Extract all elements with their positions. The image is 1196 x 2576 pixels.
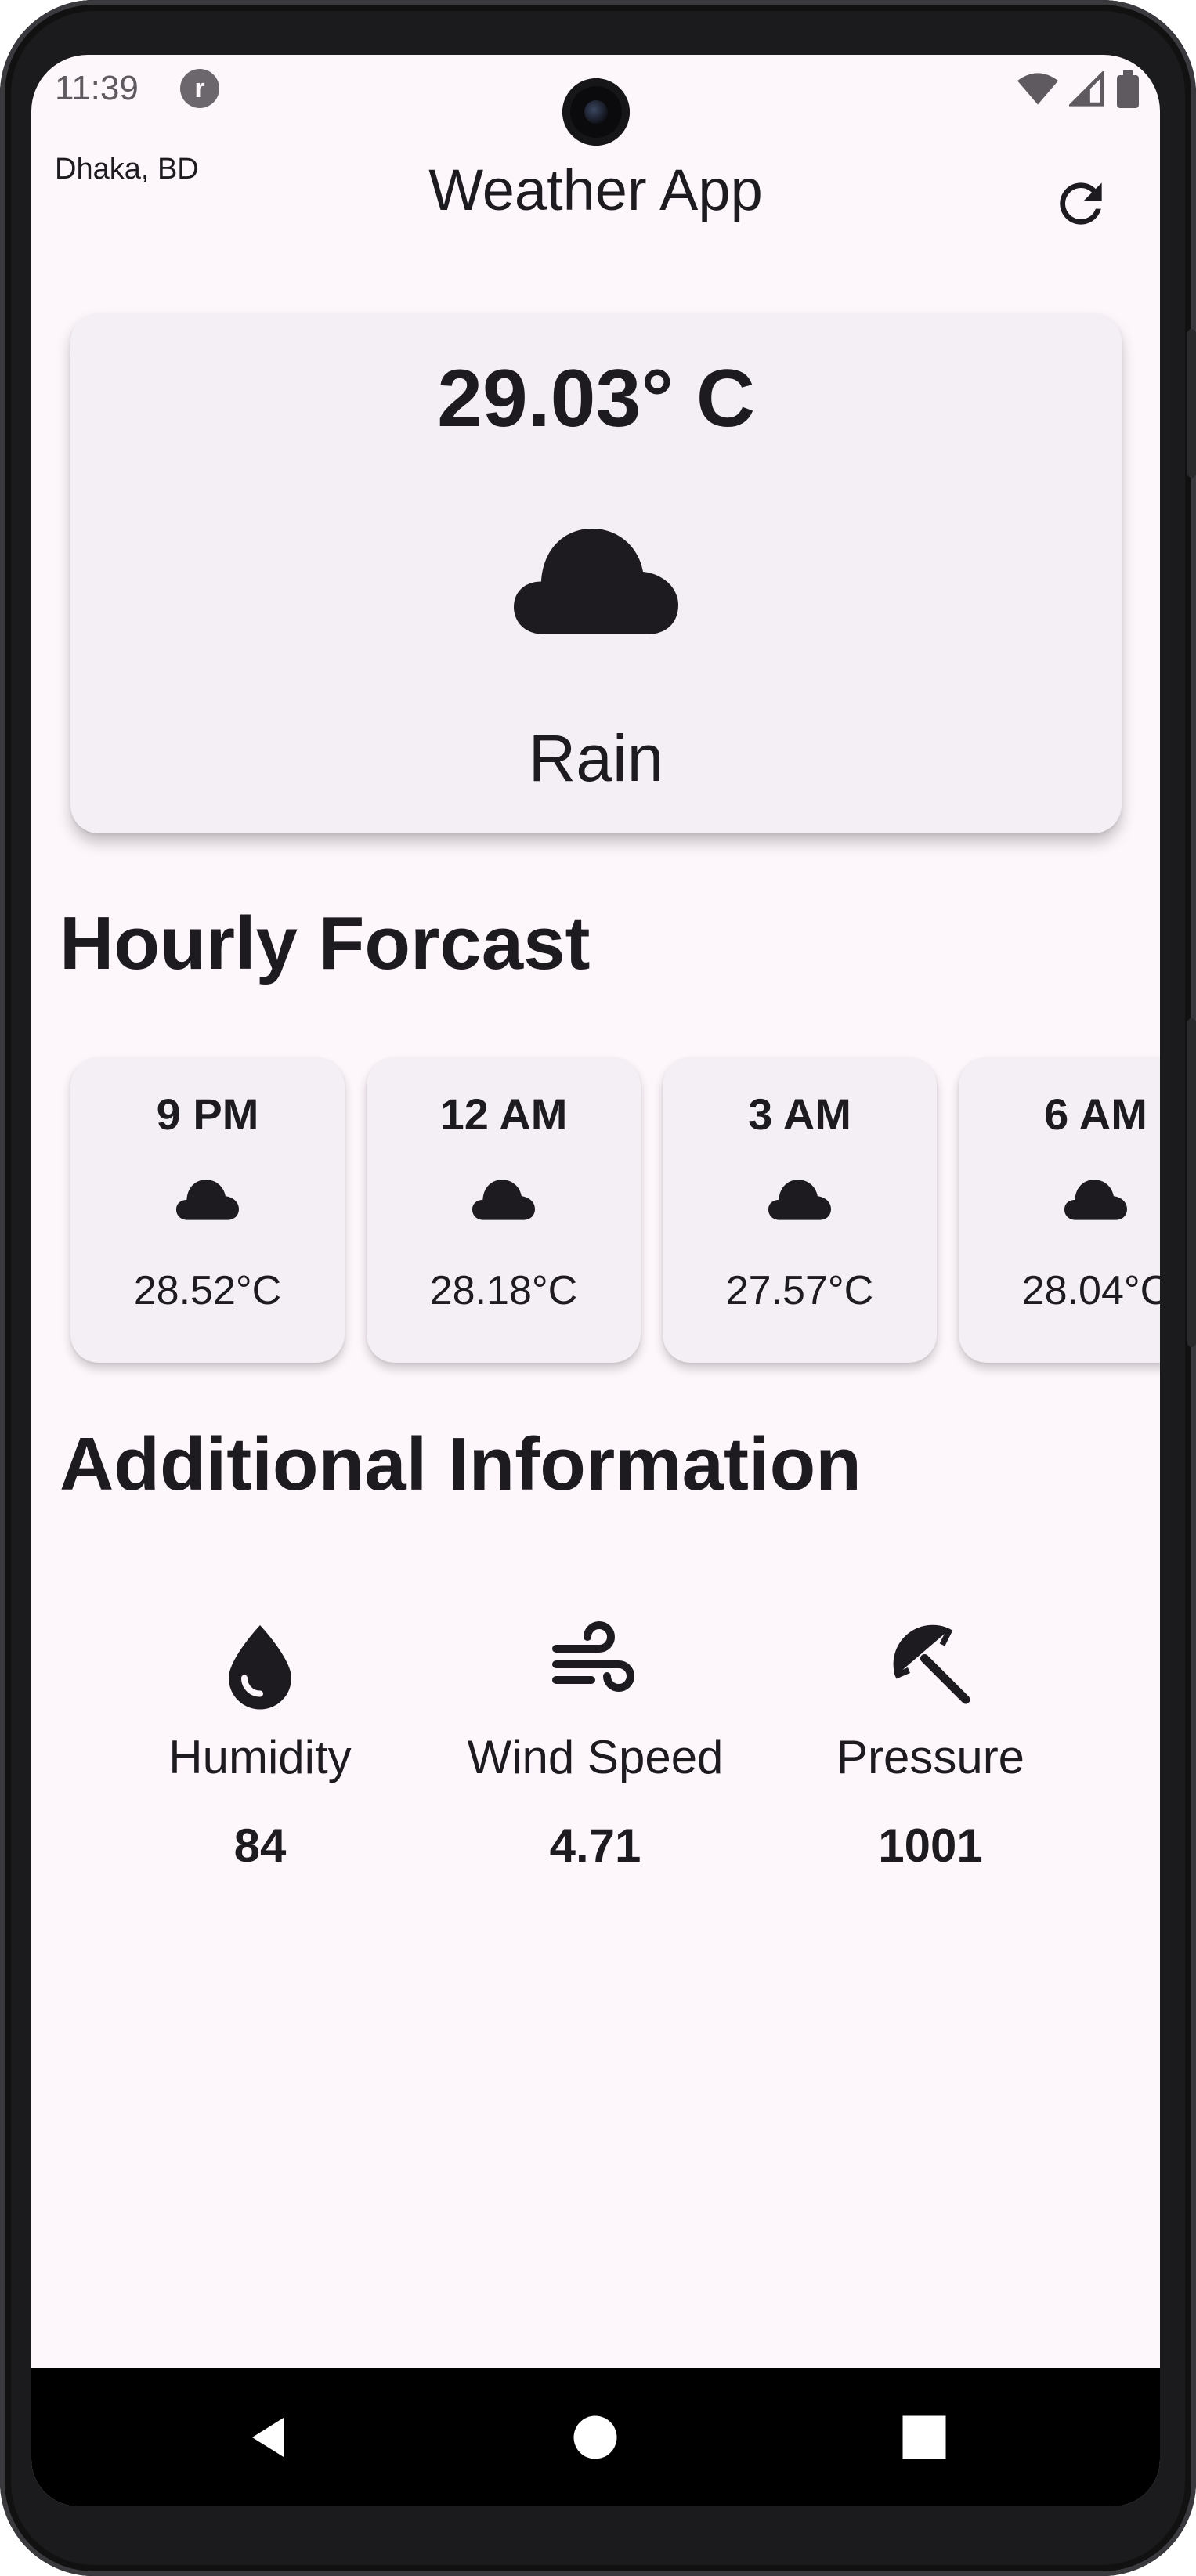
umbrella-icon xyxy=(893,1624,970,1704)
app-title: Weather App xyxy=(428,157,763,222)
water-drop-icon xyxy=(229,1625,291,1710)
info-value: 84 xyxy=(233,1819,287,1872)
hourly-time: 3 AM xyxy=(748,1089,851,1139)
current-weather-card: 29.03° C Rain xyxy=(70,313,1122,833)
recents-icon[interactable] xyxy=(901,2414,948,2461)
notification-app-icon: r xyxy=(180,69,219,108)
current-condition: Rain xyxy=(528,721,664,795)
hourly-temperature: 28.04°C xyxy=(1021,1268,1160,1313)
wind-icon xyxy=(552,1621,634,1692)
refresh-icon[interactable] xyxy=(1050,172,1112,235)
volume-button xyxy=(1187,329,1196,478)
hourly-card: 6 AM 28.04°C xyxy=(959,1057,1160,1363)
info-label: Pressure xyxy=(836,1731,1025,1783)
hourly-time: 12 AM xyxy=(439,1089,568,1139)
hourly-temperature: 27.57°C xyxy=(725,1268,874,1313)
hourly-card: 9 PM 28.52°C xyxy=(70,1057,345,1363)
cloud-icon xyxy=(176,1180,239,1220)
power-button xyxy=(1187,1018,1196,1347)
hourly-card: 3 AM 27.57°C xyxy=(663,1057,937,1363)
additional-info-heading: Additional Information xyxy=(60,1422,862,1506)
back-icon[interactable] xyxy=(244,2414,291,2461)
navigation-bar xyxy=(31,2368,1160,2506)
hourly-forecast-list[interactable]: 9 PM 28.52°C 12 AM 28.18°C 3 AM 27.57°C … xyxy=(60,1042,1160,1386)
front-camera xyxy=(562,78,630,146)
info-label: Wind Speed xyxy=(467,1731,724,1783)
pressure-info: Pressure 1001 xyxy=(774,1617,1087,1873)
status-icons xyxy=(1017,70,1140,108)
hourly-time: 6 AM xyxy=(1044,1089,1147,1139)
battery-icon xyxy=(1117,70,1139,108)
info-label: Humidity xyxy=(168,1731,352,1783)
hourly-card: 12 AM 28.18°C xyxy=(367,1057,641,1363)
current-temperature: 29.03° C xyxy=(437,353,755,444)
screen: 11:39 r Dhaka, BD Weather App 29.03° C R… xyxy=(31,55,1160,2506)
cloud-icon xyxy=(768,1180,831,1220)
signal-icon xyxy=(1069,71,1104,107)
wifi-icon xyxy=(1017,73,1058,105)
info-value: 1001 xyxy=(878,1819,983,1872)
hourly-temperature: 28.52°C xyxy=(133,1268,282,1313)
hourly-temperature: 28.18°C xyxy=(429,1268,578,1313)
hourly-forecast-heading: Hourly Forcast xyxy=(60,901,591,985)
cloud-icon xyxy=(514,529,678,634)
cloud-icon xyxy=(1064,1180,1127,1220)
status-time: 11:39 xyxy=(55,69,139,107)
wind-speed-info: Wind Speed 4.71 xyxy=(439,1617,752,1873)
humidity-info: Humidity 84 xyxy=(103,1617,417,1873)
hourly-time: 9 PM xyxy=(156,1089,259,1139)
cloud-icon xyxy=(472,1180,535,1220)
info-value: 4.71 xyxy=(549,1819,641,1872)
home-icon[interactable] xyxy=(572,2414,619,2461)
